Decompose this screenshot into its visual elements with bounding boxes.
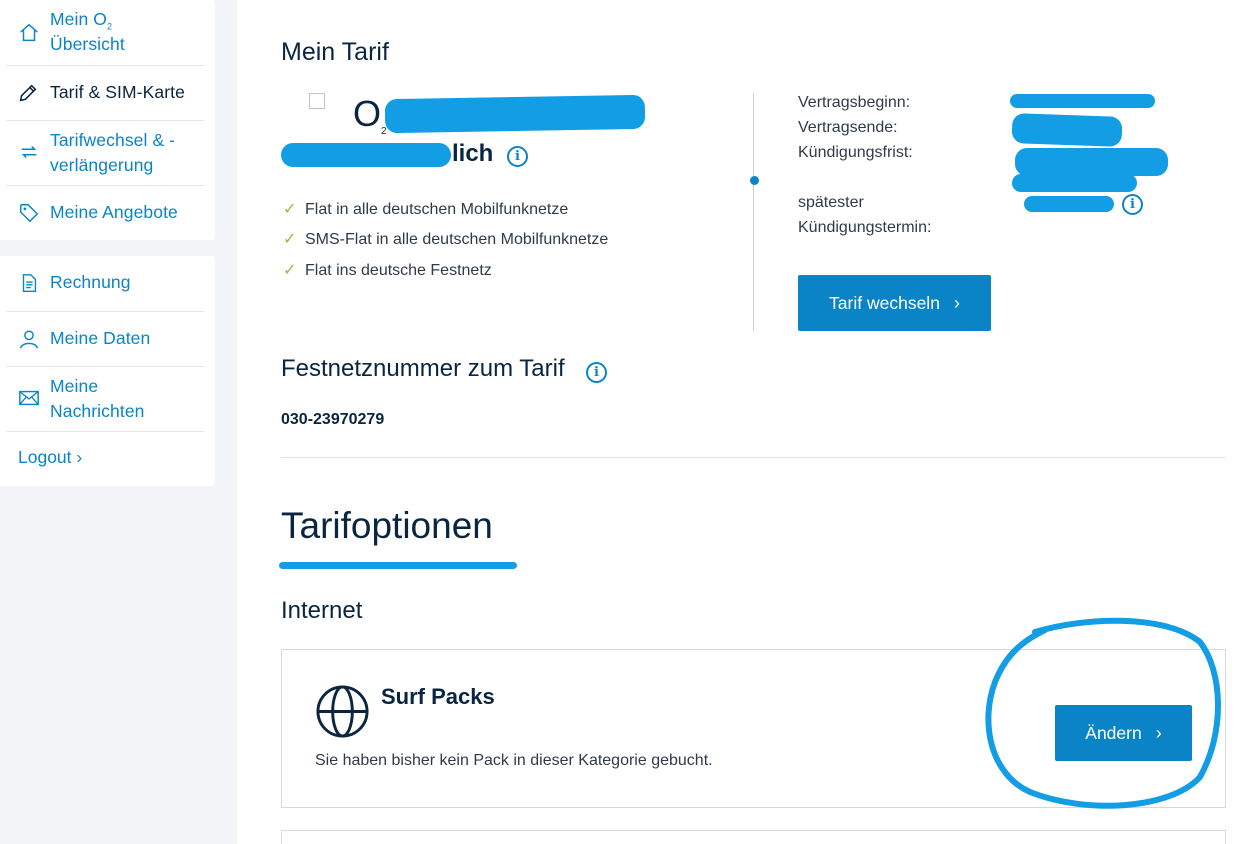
surf-packs-title: Surf Packs bbox=[381, 684, 495, 709]
redaction-scribble bbox=[1015, 148, 1168, 176]
internet-heading: Internet bbox=[281, 597, 363, 624]
sidebar-item-nachrichten[interactable]: Meine Nachrichten bbox=[6, 367, 204, 432]
mail-icon bbox=[19, 390, 39, 406]
check-icon: ✓ bbox=[283, 262, 297, 279]
home-icon bbox=[20, 23, 38, 42]
sidebar-item-label: Meine Daten bbox=[50, 328, 151, 348]
document-icon bbox=[22, 274, 37, 292]
festnetz-number: 030-23970279 bbox=[281, 411, 385, 428]
contract-end-label: Vertragsende: bbox=[798, 119, 898, 136]
chevron-right-icon: › bbox=[953, 292, 960, 313]
surf-packs-text: Sie haben bisher kein Pack in dieser Kat… bbox=[315, 752, 713, 769]
underline-scribble bbox=[279, 562, 517, 569]
sidebar-item-label: Rechnung bbox=[50, 272, 131, 292]
section-divider bbox=[281, 457, 1226, 458]
timeline-dot bbox=[750, 176, 759, 185]
info-icon[interactable]: i bbox=[507, 146, 528, 167]
contract-start-label: Vertragsbeginn: bbox=[798, 94, 911, 111]
sidebar-item-label: Meine Angebote bbox=[50, 202, 178, 222]
sidebar-item-label: Meine bbox=[50, 376, 99, 396]
sidebar-item-label: Tarifwechsel & - bbox=[50, 130, 176, 150]
check-icon: ✓ bbox=[283, 231, 297, 248]
redaction-scribble bbox=[1024, 196, 1114, 212]
redaction-scribble bbox=[1011, 113, 1123, 147]
info-icon[interactable]: i bbox=[586, 362, 607, 383]
sidebar-item-daten[interactable]: Meine Daten bbox=[6, 312, 204, 367]
sidebar-item-label: Tarif & SIM-Karte bbox=[50, 82, 185, 102]
user-icon bbox=[20, 330, 38, 349]
options-heading: Tarifoptionen bbox=[281, 505, 493, 546]
annotation-circle bbox=[985, 617, 1221, 809]
feature-item: ✓ SMS-Flat in alle deutschen Mobilfunknet… bbox=[283, 231, 609, 248]
broken-image-icon bbox=[309, 93, 325, 109]
festnetz-heading: Festnetznummer zum Tarif bbox=[281, 355, 565, 382]
latest-termination-label: spätester bbox=[798, 194, 864, 211]
sidebar-item-rechnung[interactable]: Rechnung bbox=[6, 256, 204, 312]
sidebar-item-overview[interactable]: Mein O2 Übersicht bbox=[6, 0, 204, 66]
sidebar-item-tarif-sim[interactable]: Tarif & SIM-Karte bbox=[6, 66, 204, 121]
next-option-card bbox=[281, 830, 1226, 844]
info-icon[interactable]: i bbox=[1122, 194, 1143, 215]
tarif-name: lich bbox=[452, 140, 494, 167]
redaction-scribble bbox=[1012, 174, 1137, 192]
pencil-icon bbox=[19, 84, 37, 102]
swap-icon bbox=[21, 145, 37, 159]
sidebar-item-label-line2: Nachrichten bbox=[50, 401, 145, 421]
brand-logo: O2 bbox=[353, 93, 387, 138]
feature-item: ✓ Flat in alle deutschen Mobilfunknetze bbox=[283, 201, 569, 218]
notice-period-label: Kündigungsfrist: bbox=[798, 144, 913, 161]
sidebar-item-label-line2: Übersicht bbox=[50, 34, 125, 54]
sidebar-item-label-line2: verlängerung bbox=[50, 155, 154, 175]
sidebar-card-main: Mein O2 Übersicht Tarif & SIM-Karte Tari… bbox=[0, 0, 215, 240]
tarif-heading: Mein Tarif bbox=[281, 38, 389, 66]
redaction-scribble bbox=[384, 94, 646, 134]
redaction-scribble bbox=[1010, 94, 1155, 108]
vertical-divider bbox=[753, 93, 754, 331]
feature-item: ✓ Flat ins deutsche Festnetz bbox=[283, 262, 492, 279]
latest-termination-label-line2: Kündigungstermin: bbox=[798, 219, 932, 236]
redaction-scribble bbox=[281, 143, 451, 167]
check-icon: ✓ bbox=[283, 201, 297, 218]
tarif-change-button[interactable]: Tarif wechseln › bbox=[798, 275, 991, 331]
sidebar-item-tarifwechsel[interactable]: Tarifwechsel & - verlängerung bbox=[6, 121, 204, 186]
logout-link[interactable]: Logout › bbox=[18, 447, 82, 468]
sidebar-item-angebote[interactable]: Meine Angebote bbox=[6, 186, 204, 240]
globe-icon bbox=[316, 685, 369, 738]
tag-icon bbox=[20, 204, 39, 223]
